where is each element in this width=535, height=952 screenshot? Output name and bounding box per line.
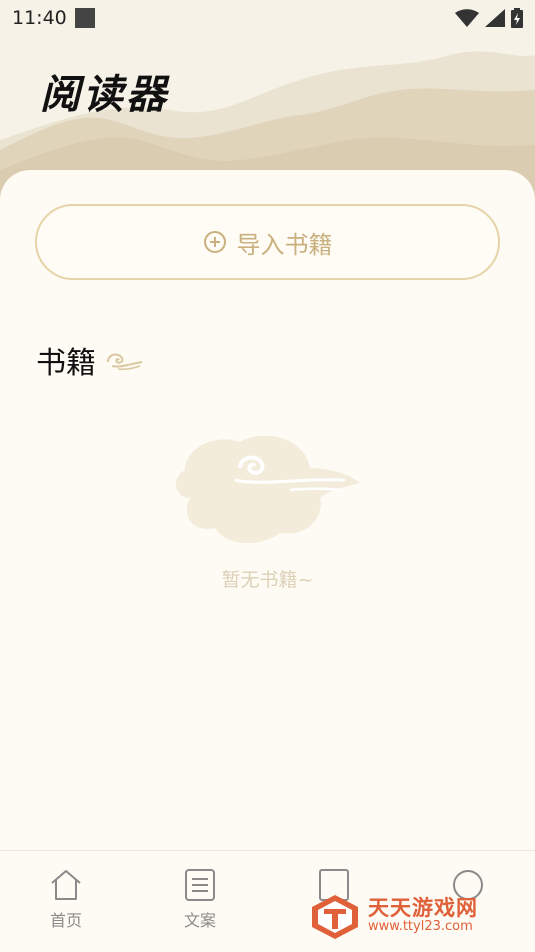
books-section-header: 书籍 [36,338,144,382]
empty-cloud-illustration [175,435,360,544]
watermark-name: 天天游戏网 [368,896,478,921]
page-title: 阅读器 [40,71,169,118]
document-icon [185,869,215,901]
import-button-label: 导入书籍 [236,230,333,259]
books-section-title: 书籍 [36,346,96,381]
notification-icon [74,8,95,28]
watermark-logo-icon [312,895,358,939]
add-circle-icon [203,231,226,253]
nav-label-copywriting: 文案 [183,911,216,930]
signal-icon [485,9,505,27]
status-bar: 11:40 [0,0,535,36]
wifi-icon [455,9,479,27]
watermark-url: www.ttyl23.com [368,919,473,935]
status-time: 11:40 [12,7,67,29]
empty-state-text: 暂无书籍~ [221,569,314,591]
watermark: 天天游戏网 www.ttyl23.com [310,893,478,939]
cloud-swirl-icon [107,353,143,370]
import-books-button[interactable]: 导入书籍 [35,204,500,280]
nav-label-home: 首页 [49,911,82,930]
nav-item-copywriting[interactable]: 文案 [155,867,245,931]
nav-item-home[interactable]: 首页 [21,867,111,931]
home-icon [51,870,81,900]
battery-icon [511,8,523,28]
content-card: 导入书籍 书籍 暂无书籍~ [0,170,535,850]
